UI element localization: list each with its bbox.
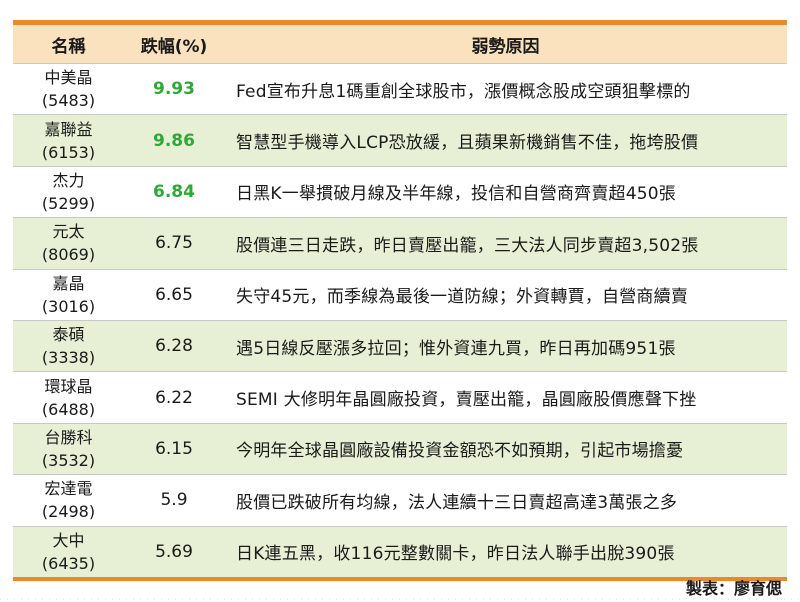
stock-name-cell: 宏達電 (2498) — [13, 474, 124, 527]
stock-name: 元太 — [52, 222, 85, 242]
stock-code: (5299) — [41, 193, 96, 213]
reason-cell: 股價連三日走跌，昨日賣壓出籠，三大法人同步賣超3,502張 — [224, 217, 787, 270]
header-reason: 弱勢原因 — [224, 25, 787, 64]
change-cell: 5.69 — [124, 526, 224, 577]
stock-name-cell: 環球晶 (6488) — [13, 371, 124, 424]
change-cell: 6.84 — [124, 166, 224, 219]
stock-name: 宏達電 — [44, 479, 93, 499]
reason-cell: 股價已跌破所有均線，法人連續十三日賣超高達3萬張之多 — [224, 474, 787, 527]
change-cell: 5.9 — [124, 474, 224, 527]
stock-name: 泰碩 — [52, 325, 85, 345]
reason-cell: 日K連五黑，收116元整數關卡，昨日法人聯手出脫390張 — [224, 526, 787, 577]
table-row: 嘉聯益 (6153) 9.86 智慧型手機導入LCP恐放緩，且蘋果新機銷售不佳，拖… — [13, 114, 787, 167]
table-row: 嘉晶 (3016) 6.65 失守45元，而季線為最後一道防線；外資轉賈，自營商續… — [13, 269, 787, 321]
table-row: 中美晶 (5483) 9.93 Fed宣布升息1碼重創全球股市，漲價概念股成空頭狙… — [13, 63, 787, 116]
reason-cell: 日黑K一舉摜破月線及半年線，投信和自營商齊賣超450張 — [224, 166, 787, 219]
stock-code: (2498) — [41, 502, 96, 522]
change-cell: 6.75 — [124, 217, 224, 270]
stock-code: (3016) — [41, 296, 96, 316]
header-change: 跌幅(%) — [124, 25, 224, 64]
table-row: 環球晶 (6488) 6.22 SEMI 大修明年晶圓廠投資，賣壓出籠，晶圓廠股價… — [13, 371, 787, 424]
stock-name-cell: 嘉晶 (3016) — [13, 269, 124, 321]
reason-cell: 智慧型手機導入LCP恐放緩，且蘋果新機銷售不佳，拖垮股價 — [224, 114, 787, 167]
stock-name-cell: 大中 (6435) — [13, 526, 124, 577]
stock-code: (6435) — [41, 553, 96, 573]
weak-stocks-table-wrapper: 名稱 跌幅(%) 弱勢原因 中美晶 (5483) 9.93 Fed宣布升息1碼重創… — [13, 20, 787, 581]
table-row: 泰碩 (3338) 6.28 遇5日線反壓漲多拉回；惟外資連九買，昨日再加碼951… — [13, 320, 787, 373]
reason-cell: 失守45元，而季線為最後一道防線；外資轉賈，自營商續賣 — [224, 269, 787, 321]
stock-name-cell: 杰力 (5299) — [13, 166, 124, 219]
table-row: 台勝科 (3532) 6.15 今明年全球晶圓廠設備投資金額恐不如預期，引起市場擔… — [13, 423, 787, 476]
stock-name-cell: 中美晶 (5483) — [13, 63, 124, 116]
change-cell: 6.15 — [124, 423, 224, 476]
stock-code: (6153) — [41, 142, 96, 162]
table-body: 中美晶 (5483) 9.93 Fed宣布升息1碼重創全球股市，漲價概念股成空頭狙… — [13, 63, 787, 577]
table-row: 宏達電 (2498) 5.9 股價已跌破所有均線，法人連續十三日賣超高達3萬張之多 — [13, 474, 787, 527]
table-row: 杰力 (5299) 6.84 日黑K一舉摜破月線及半年線，投信和自營商齊賣超450… — [13, 166, 787, 219]
change-cell: 6.22 — [124, 371, 224, 424]
table-row: 元太 (8069) 6.75 股價連三日走跌，昨日賣壓出籠，三大法人同步賣超3,5… — [13, 217, 787, 270]
change-cell: 6.28 — [124, 320, 224, 373]
decorative-dotted-line — [0, 598, 800, 600]
stock-name-cell: 泰碩 (3338) — [13, 320, 124, 373]
reason-cell: Fed宣布升息1碼重創全球股市，漲價概念股成空頭狙擊標的 — [224, 63, 787, 116]
weak-stocks-table: 名稱 跌幅(%) 弱勢原因 中美晶 (5483) 9.93 Fed宣布升息1碼重創… — [13, 25, 787, 577]
reason-cell: 今明年全球晶圓廠設備投資金額恐不如預期，引起市場擔憂 — [224, 423, 787, 476]
reason-cell: SEMI 大修明年晶圓廠投資，賣壓出籠，晶圓廠股價應聲下挫 — [224, 371, 787, 424]
table-row: 大中 (6435) 5.69 日K連五黑，收116元整數關卡，昨日法人聯手出脫39… — [13, 526, 787, 577]
table-header-row: 名稱 跌幅(%) 弱勢原因 — [13, 25, 787, 64]
stock-name-cell: 元太 (8069) — [13, 217, 124, 270]
stock-name: 台勝科 — [44, 427, 93, 447]
change-cell: 9.86 — [124, 114, 224, 167]
stock-name: 嘉晶 — [52, 273, 85, 293]
stock-name-cell: 台勝科 (3532) — [13, 423, 124, 476]
reason-cell: 遇5日線反壓漲多拉回；惟外資連九買，昨日再加碼951張 — [224, 320, 787, 373]
stock-code: (3532) — [41, 450, 96, 470]
change-cell: 9.93 — [124, 63, 224, 116]
change-cell: 6.65 — [124, 269, 224, 321]
stock-name: 大中 — [52, 530, 85, 550]
stock-name: 嘉聯益 — [44, 119, 93, 139]
stock-code: (3338) — [41, 348, 96, 368]
stock-name: 環球晶 — [44, 376, 93, 396]
stock-name: 中美晶 — [44, 68, 93, 88]
stock-code: (5483) — [41, 91, 96, 111]
header-name: 名稱 — [13, 25, 124, 64]
stock-name-cell: 嘉聯益 (6153) — [13, 114, 124, 167]
stock-code: (6488) — [41, 399, 96, 419]
stock-code: (8069) — [41, 245, 96, 265]
stock-name: 杰力 — [52, 170, 85, 190]
